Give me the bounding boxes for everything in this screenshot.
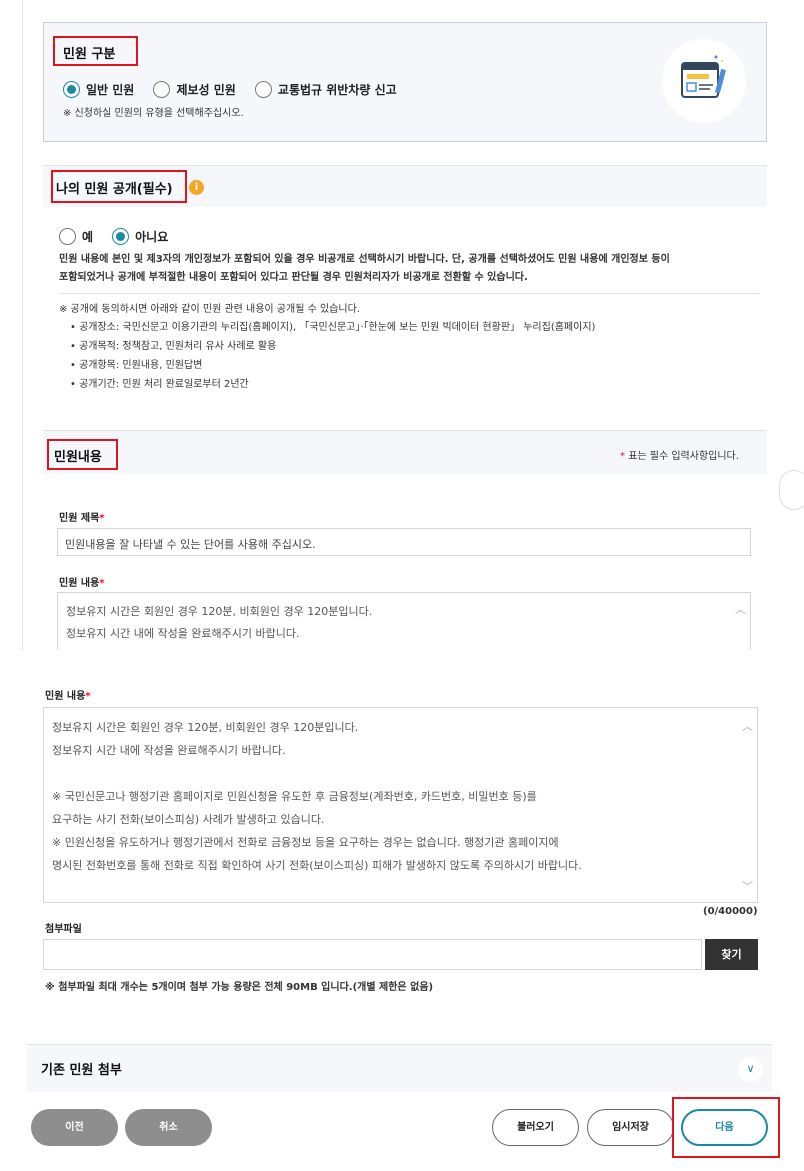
disclosure-description-line2: 포함되었거나 공개에 부적절한 내용이 포함되어 있다고 판단될 경우 민원처리… [59,272,528,283]
disclosure-title: 나의 민원 공개(필수) [56,182,173,197]
list-item: • 공개항목: 민원내용, 민원답변 [70,360,203,371]
content-textarea-preview[interactable]: 정보유지 시간은 회원인 경우 120분, 비회원인 경우 120분입니다. 정… [57,592,751,650]
load-button[interactable]: 불러오기 [492,1109,579,1146]
prev-button[interactable]: 이전 [31,1109,118,1146]
subject-label: 민원 제목* [59,513,105,524]
radio-no-label: 아니요 [135,230,169,244]
disclosure-options: 예 아니요 [59,226,182,245]
radio-general-complaint[interactable] [63,81,80,98]
radio-disclose-no[interactable] [112,228,130,245]
radio-report-label: 제보성 민원 [176,83,236,97]
disclosure-bullets: • 공개장소: 국민신문고 이용기관의 누리집(홈페이지), 「국민신문고」·「… [70,318,595,394]
info-icon[interactable]: i [189,180,204,195]
list-item: • 공개기간: 민원 처리 완료일로부터 2년간 [70,379,249,390]
complaint-type-title: 민원 구분 [63,47,116,62]
screenshot-seam [0,651,804,659]
radio-traffic-violation[interactable] [254,81,272,98]
radio-traffic-label: 교통법규 위반차량 신고 [277,83,397,97]
disclosure-notice: ※ 공개에 동의하시면 아래와 같이 민원 관련 내용이 공개될 수 있습니다. [59,304,360,315]
side-scroll-handle[interactable] [779,470,804,510]
scroll-up-icon[interactable]: ︿ [742,718,753,734]
next-button[interactable]: 다음 [681,1109,768,1146]
existing-attach-title: 기존 민원 첨부 [41,1063,122,1078]
complaint-type-options: 일반 민원 제보성 민원 교통법규 위반차량 신고 [63,79,411,98]
chevron-down-icon[interactable]: ∨ [738,1057,763,1082]
scroll-down-icon[interactable]: ﹀ [742,878,753,894]
list-item: • 공개목적: 정책참고, 민원처리 유사 사례로 활용 [70,341,277,352]
existing-attach-bar[interactable] [27,1044,772,1092]
attach-file-input[interactable] [43,939,702,970]
content-title: 민원내용 [54,450,102,465]
radio-yes-label: 예 [82,230,94,244]
subject-input[interactable]: 민원내용을 잘 나타낼 수 있는 단어를 사용해 주십시오. [57,528,751,556]
radio-general-label: 일반 민원 [86,83,135,97]
scroll-up-icon[interactable]: ︿ [735,601,746,617]
disclosure-description-line1: 민원 내용에 본인 및 제3자의 개인정보가 포함되어 있을 경우 비공개로 선… [59,254,670,265]
content-label: 민원 내용* [59,578,105,589]
divider [59,293,759,294]
required-note: * 표는 필수 입력사항입니다. [620,451,739,462]
list-item: • 공개장소: 국민신문고 이용기관의 누리집(홈페이지), 「국민신문고」·「… [70,322,596,333]
content-label-expanded: 민원 내용* [45,691,91,702]
cancel-button[interactable]: 취소 [125,1109,212,1146]
complaint-type-note: ※ 신청하실 민원의 유형을 선택해주십시오. [63,108,244,119]
attach-label: 첨부파일 [45,924,82,935]
radio-report-complaint[interactable] [153,81,171,98]
find-file-button[interactable]: 찾기 [705,939,758,970]
attach-note: ※ 첨부파일 최대 개수는 5개이며 첨부 가능 용량은 전체 90MB 입니다… [45,982,434,993]
document-illustration-icon [662,39,746,123]
char-counter: (0/40000) [703,906,758,917]
temp-save-button[interactable]: 임시저장 [587,1109,674,1146]
subject-placeholder: 민원내용을 잘 나타낼 수 있는 단어를 사용해 주십시오. [65,538,316,551]
left-rule [22,0,23,650]
radio-disclose-yes[interactable] [59,228,76,245]
content-textarea[interactable]: 정보유지 시간은 회원인 경우 120분, 비회원인 경우 120분입니다. 정… [43,707,758,903]
